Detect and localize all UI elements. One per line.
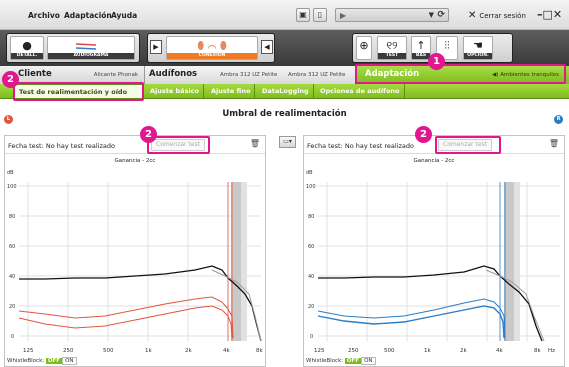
subtab-options[interactable]: Opciones de audífono: [316, 84, 405, 99]
audiogram-button[interactable]: AUDIOGRAMA: [47, 36, 135, 60]
annotation-badge-1: 1: [428, 53, 445, 70]
main-toolbar: ● DETALL. AUDIOGRAMA ▶ ⬮ ⌒ ⬮ CONEXIÓN ◀ …: [0, 30, 569, 66]
x-tick: 8k: [534, 348, 541, 354]
y-tick: 60: [308, 244, 314, 250]
annotation-badge-2: 2: [2, 71, 19, 88]
y-tick: 60: [9, 244, 15, 250]
test-button[interactable]: ୧୨ TEST: [377, 36, 407, 60]
x-tick: Hz: [548, 348, 555, 354]
y-axis-label: dB: [306, 170, 313, 176]
y-tick: 100: [7, 184, 17, 190]
subtab-basic-fitting[interactable]: Ajuste básico: [146, 84, 204, 99]
feedback-zone-light: [514, 182, 520, 341]
logout-button[interactable]: ✕ Cerrar sesión: [468, 10, 526, 21]
right-ear-indicator: R: [554, 115, 563, 124]
gain-curve-black: [19, 265, 262, 342]
menu-adaptacion[interactable]: Adaptación: [64, 11, 112, 20]
refresh-icon: ⟳: [437, 10, 445, 20]
save-icon[interactable]: ▣: [296, 8, 310, 22]
target-button[interactable]: ⊕: [356, 36, 372, 60]
x-tick: 500: [384, 348, 395, 354]
x-tick: 125: [23, 348, 34, 354]
x-tick: 8k: [256, 348, 263, 354]
trash-icon[interactable]: 🗑: [250, 139, 260, 148]
connection-tool-group: ▶ ⬮ ⌒ ⬮ CONEXIÓN ◀: [147, 33, 275, 63]
client-tool-group: ● DETALL. AUDIOGRAMA: [6, 33, 140, 63]
gain-curve-red-upper: [18, 296, 234, 339]
subtab-datalogging[interactable]: DataLogging: [258, 84, 314, 99]
y-tick: 0: [310, 334, 313, 340]
arrow-up-icon: ↑: [416, 39, 426, 52]
y-tick: 20: [9, 304, 15, 310]
annotation-box-subtab: [13, 82, 144, 101]
options-button[interactable]: ☚ OPCION.: [463, 36, 493, 60]
left-ear-panel: Fecha test: No hay test realizado Comenz…: [4, 135, 266, 367]
gain-curve-blue-lower: [317, 305, 505, 339]
test-date: Fecha test: No hay test realizado: [307, 142, 414, 150]
annotation-badge-2: 2: [140, 126, 157, 143]
whistleblock-toggle[interactable]: WhistleBlock: OFF ON: [306, 357, 376, 365]
feedback-zone-light: [241, 182, 247, 341]
subtab-fine-tuning[interactable]: Ajuste fino: [207, 84, 256, 99]
basic-button[interactable]: ↑ BAS: [411, 36, 431, 60]
arrow-right-icon[interactable]: ▶: [150, 40, 162, 54]
annotation-box-adaptation: [355, 64, 566, 84]
target-icon: ⊕: [359, 39, 369, 52]
x-tick: 1k: [424, 348, 431, 354]
x-tick: 2k: [185, 348, 192, 354]
session-progress[interactable]: ▶ ▼ ⟳: [335, 8, 449, 22]
annotation-box-start-left: [147, 136, 210, 154]
test-date: Fecha test: No hay test realizado: [8, 142, 115, 150]
y-tick: 80: [9, 214, 15, 220]
y-tick: 0: [11, 334, 14, 340]
ear-icon: ୧୨: [386, 39, 398, 52]
x-tick: 1k: [145, 348, 152, 354]
play-icon: ▶: [340, 11, 347, 20]
menu-ayuda[interactable]: Ayuda: [111, 11, 137, 20]
menu-archivo[interactable]: Archivo: [28, 11, 60, 20]
link-sides-button[interactable]: ▭▾: [279, 136, 296, 148]
menu-bar: Archivo Adaptación Ayuda ▣ ▯ ▶ ▼ ⟳ ✕ Cerr…: [0, 0, 569, 30]
window-controls[interactable]: –□✕: [537, 8, 562, 21]
gain-curve-red-lower: [18, 305, 233, 339]
x-tick: 125: [314, 348, 325, 354]
y-tick: 40: [308, 274, 314, 280]
x-tick: 4k: [223, 348, 230, 354]
y-tick: 40: [9, 274, 15, 280]
person-icon: ●: [22, 39, 32, 52]
y-tick: 80: [308, 214, 314, 220]
connection-button[interactable]: ⬮ ⌒ ⬮ CONEXIÓN: [166, 36, 258, 60]
left-ear-indicator: L: [4, 115, 13, 124]
tab-audifonos[interactable]: Audífonos Ambra 312 UZ Petite Ambra 312 …: [144, 66, 355, 84]
x-tick: 500: [103, 348, 114, 354]
y-tick: 20: [308, 304, 314, 310]
arrow-left-icon[interactable]: ◀: [261, 40, 273, 54]
detail-button[interactable]: ● DETALL.: [10, 36, 44, 60]
page-title: Umbral de realimentación: [222, 109, 347, 119]
hand-icon: ☚: [473, 39, 483, 52]
x-tick: 250: [348, 348, 359, 354]
monitor-icon: ▭▾: [283, 138, 292, 145]
x-tick: 4k: [496, 348, 503, 354]
right-ear-panel: Fecha test: No hay test realizado Comenz…: [303, 135, 565, 367]
right-gain-chart: dB 100 80 60 40 20 0 125 250 500 1k 2k 4…: [306, 170, 560, 354]
trash-icon[interactable]: 🗑: [549, 139, 559, 148]
chevron-down-icon: ▼: [428, 11, 434, 19]
feedback-zone: [504, 182, 514, 341]
annotation-badge-2: 2: [415, 126, 432, 143]
y-tick: 100: [306, 184, 316, 190]
graph-title: Ganancia - 2cc: [413, 158, 455, 164]
close-icon: ✕: [468, 10, 477, 21]
whistleblock-toggle[interactable]: WhistleBlock: OFF ON: [7, 357, 77, 365]
hearing-aid-icon: ⬮ ⌒ ⬮: [197, 39, 227, 52]
left-gain-chart: dB 100 80 60 40 20 0 125 250 500 1k 2k 4…: [7, 170, 263, 354]
device-icon[interactable]: ▯: [313, 8, 327, 22]
gain-curve-blue-upper: [317, 298, 506, 339]
sliders-icon: ⫶⫶: [444, 39, 450, 52]
x-tick: 2k: [460, 348, 467, 354]
annotation-box-start-right: [435, 136, 501, 154]
x-tick: 250: [63, 348, 74, 354]
y-axis-label: dB: [7, 170, 14, 176]
graph-title: Ganancia - 2cc: [114, 158, 156, 164]
